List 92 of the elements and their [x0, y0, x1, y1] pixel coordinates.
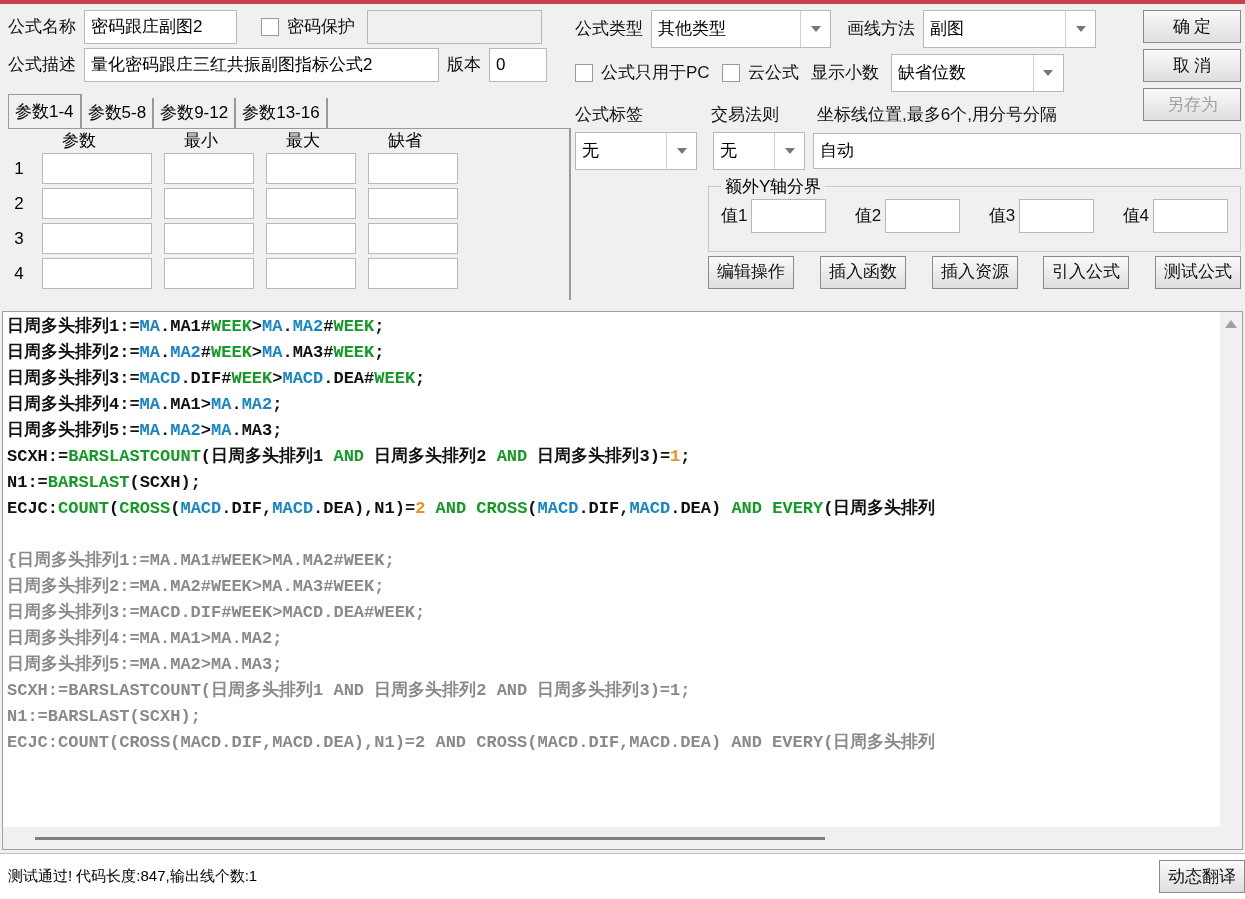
status-message: 测试通过! 代码长度:847,输出线个数:1	[7, 866, 259, 887]
text-field[interactable]	[885, 199, 961, 233]
horizontal-scrollbar[interactable]	[3, 827, 1242, 849]
dropdown[interactable]: 其他类型	[651, 10, 831, 48]
text-field[interactable]	[751, 199, 827, 233]
code-line: 日周多头排列2:=MA.MA2#WEEK>MA.MA3#WEEK;	[7, 341, 386, 364]
field-label: 坐标线位置,最多6个,用分号分隔	[817, 104, 1057, 126]
param-field[interactable]	[164, 223, 254, 254]
checkbox[interactable]	[575, 64, 593, 82]
vertical-scrollbar[interactable]	[1220, 312, 1242, 827]
field-label: 显示小数	[810, 62, 879, 85]
text-field[interactable]: 自动	[813, 132, 1241, 169]
code-line: 日周多头排列1:=MA.MA1#WEEK>MA.MA2#WEEK;	[7, 315, 386, 338]
text-field[interactable]: 密码跟庄副图2	[84, 10, 237, 44]
dialog-button[interactable]: 确 定	[1143, 10, 1241, 43]
code-line: 日周多头排列5:=MA.MA2>MA.MA3;	[7, 419, 284, 442]
row-number: 3	[13, 227, 25, 250]
field-label: 公式类型	[575, 18, 643, 41]
caret-icon	[784, 147, 795, 154]
dialog-button[interactable]: 编辑操作	[708, 255, 794, 289]
field-label: 值2	[854, 205, 882, 228]
field-label: 版本	[447, 54, 481, 77]
param-field[interactable]	[164, 188, 254, 219]
field-label: 公式标签	[575, 104, 644, 126]
param-field[interactable]	[164, 153, 254, 184]
column-header: 最大	[285, 131, 321, 151]
code-line: N1:=BARSLAST(SCXH);	[7, 706, 202, 728]
code-line: 日周多头排列4:=MA.MA1>MA.MA2;	[7, 393, 284, 416]
code-line: ECJC:COUNT(CROSS(MACD.DIF,MACD.DEA),N1)=2 AND CROSS(MACD.DIF,MACD.DEA) AND EVERY(日周多头排列	[7, 497, 937, 520]
field-label: 交易法则	[711, 104, 780, 126]
field-label: 值3	[988, 205, 1016, 228]
field-label: 密码保护	[287, 16, 355, 39]
code-line: 日周多头排列5:=MA.MA2>MA.MA3;	[7, 653, 284, 676]
param-field[interactable]	[368, 258, 458, 289]
row-number: 4	[13, 262, 25, 285]
checkbox[interactable]	[721, 64, 740, 82]
field-label: 值1	[721, 205, 748, 228]
param-field[interactable]	[266, 258, 356, 289]
dialog-button[interactable]: 插入资源	[931, 255, 1018, 289]
caret-icon	[1075, 26, 1086, 32]
code-line: SCXH:=BARSLASTCOUNT(日周多头排列1 AND 日周多头排列2 AND 日周多头排列3)=1;	[7, 445, 692, 468]
text-field[interactable]: 0	[489, 48, 547, 82]
field-label: 云公式	[747, 62, 799, 85]
scroll-up-icon[interactable]	[1225, 320, 1237, 328]
field-label: 公式描述	[8, 54, 76, 77]
dialog-button[interactable]: 测试公式	[1155, 255, 1241, 289]
text-field[interactable]	[1019, 199, 1095, 233]
row-number: 1	[13, 157, 25, 180]
row-number: 2	[13, 192, 25, 215]
param-field[interactable]	[368, 188, 458, 219]
column-header: 最小	[183, 131, 219, 151]
column-header: 缺省	[387, 131, 423, 151]
field-label: 画线方法	[847, 18, 915, 41]
code-line: 日周多头排列3:=MACD.DIF#WEEK>MACD.DEA#WEEK;	[7, 367, 427, 390]
group-title: 额外Y轴分界	[724, 175, 823, 198]
dialog-button[interactable]: 引入公式	[1043, 255, 1130, 289]
dialog-button[interactable]: 取 消	[1143, 49, 1241, 82]
dropdown[interactable]: 缺省位数	[890, 54, 1064, 92]
password-field[interactable]	[367, 10, 542, 44]
param-field[interactable]	[266, 188, 356, 219]
code-line: N1:=BARSLAST(SCXH);	[7, 472, 202, 494]
field-label: 公式名称	[8, 16, 76, 39]
code-line: 日周多头排列4:=MA.MA1>MA.MA2;	[7, 627, 284, 650]
dialog-button[interactable]: 动态翻译	[1159, 860, 1245, 893]
checkbox[interactable]	[261, 18, 279, 36]
dropdown[interactable]: 无	[575, 131, 697, 170]
param-field[interactable]	[42, 153, 152, 184]
tab[interactable]: 参数1-4	[8, 94, 82, 128]
text-field[interactable]: 量化密码跟庄三红共振副图指标公式2	[84, 48, 439, 82]
field-label: 值4	[1122, 205, 1149, 228]
dropdown[interactable]: 副图	[923, 10, 1096, 48]
code-line: 日周多头排列2:=MA.MA2#WEEK>MA.MA3#WEEK;	[7, 575, 386, 598]
dialog-button[interactable]: 插入函数	[819, 255, 906, 289]
param-field[interactable]	[42, 188, 152, 219]
param-field[interactable]	[266, 153, 356, 184]
code-line: 日周多头排列3:=MACD.DIF#WEEK>MACD.DEA#WEEK;	[7, 601, 427, 624]
caret-icon	[810, 26, 821, 32]
param-field[interactable]	[42, 223, 152, 254]
text-field[interactable]	[1153, 199, 1228, 233]
code-line: {日周多头排列1:=MA.MA1#WEEK>MA.MA2#WEEK;	[7, 549, 396, 572]
dropdown[interactable]: 无	[713, 131, 805, 170]
code-line: SCXH:=BARSLASTCOUNT(日周多头排列1 AND 日周多头排列2 AND 日周多头排列3)=1;	[7, 679, 692, 702]
param-field[interactable]	[368, 223, 458, 254]
code-line: ECJC:COUNT(CROSS(MACD.DIF,MACD.DEA),N1)=2 AND CROSS(MACD.DIF,MACD.DEA) AND EVERY(日周多头排列	[7, 731, 937, 754]
caret-icon	[1043, 70, 1054, 76]
column-header: 参数	[61, 131, 97, 151]
caret-icon	[676, 147, 687, 154]
param-field[interactable]	[164, 258, 254, 289]
param-field[interactable]	[42, 258, 152, 289]
param-field[interactable]	[266, 223, 356, 254]
field-label: 公式只用于PC	[601, 62, 710, 85]
param-field[interactable]	[368, 153, 458, 184]
